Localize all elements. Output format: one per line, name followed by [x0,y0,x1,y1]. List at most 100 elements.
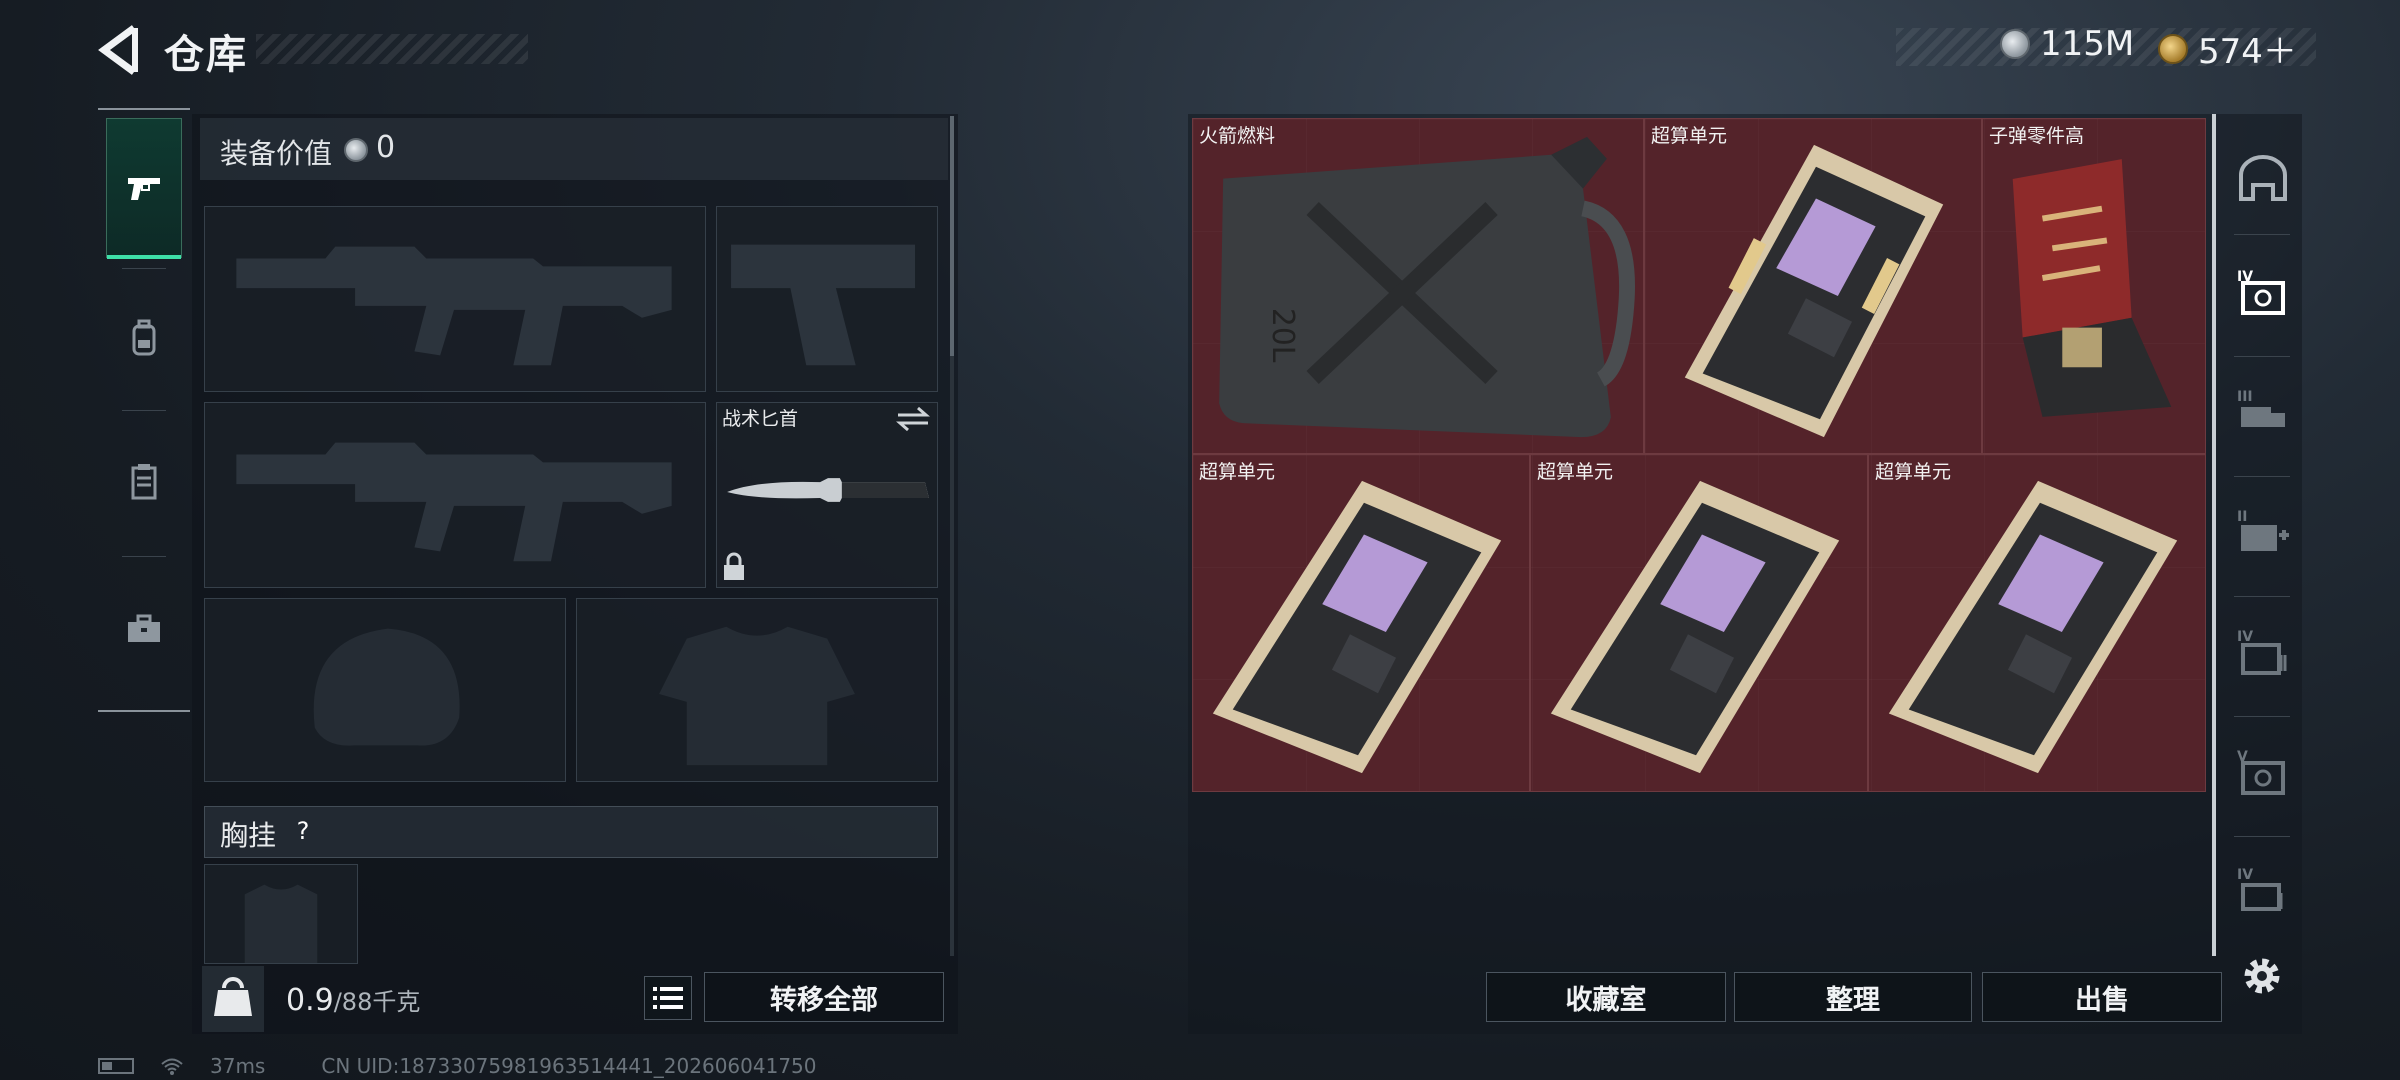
backpack-icon [132,319,156,356]
rifle-silhouette-icon [236,246,672,366]
slot-primary-weapon[interactable] [204,206,706,392]
tab-storage-main[interactable] [2228,144,2298,214]
tier4-case-icon: IV [2237,867,2283,911]
tier4-crate-icon: IV [2237,629,2287,675]
circuit-board-icon [1212,480,1502,774]
armor-silhouette-icon [659,626,855,766]
weight-icon [202,966,264,1032]
back-arrow-icon [98,25,138,75]
svg-text:II: II [2237,509,2247,525]
tab-backpack[interactable] [106,268,182,408]
svg-text:IV: IV [2237,867,2253,883]
storage-scrollbar[interactable] [2212,114,2216,956]
gold-coin-icon [2158,33,2188,64]
organize-button[interactable]: 整理 [1734,972,1972,1022]
tab-divider [2234,716,2290,717]
helmet-silhouette-icon [313,628,460,746]
tab-divider [98,710,190,712]
storage-item-supercomputer-unit[interactable]: 超算单元 [1644,118,1982,454]
tier5-safe-icon: V [2237,749,2285,795]
currency-silver[interactable]: 115M [2000,24,2134,64]
tier2-medkit-icon: II [2237,509,2289,551]
lock-icon [724,552,744,580]
svg-text:III: III [2237,389,2253,405]
tier3-truck-icon: III [2237,389,2285,427]
tab-weapons[interactable] [106,118,182,259]
slot-secondary-weapon[interactable] [204,402,706,588]
list-view-button[interactable] [644,976,692,1020]
swap-icon[interactable] [896,404,930,434]
collection-room-button[interactable]: 收藏室 [1486,972,1726,1022]
page-title: 仓库 [164,32,248,78]
briefcase-icon [128,614,160,642]
circuit-board-icon [1550,480,1840,774]
storage-item-supercomputer-unit[interactable]: 超算单元 [1868,454,2206,792]
transfer-all-button[interactable]: 转移全部 [704,972,944,1022]
tab-container-iv-case[interactable]: IV [2228,856,2298,926]
tier4-safe-icon: IV [2237,269,2285,315]
ping-readout: 37ms [210,1054,266,1078]
fuel-can-icon: 20L [1219,136,1635,438]
kettlebell-icon [214,977,252,1016]
slot-helmet[interactable] [204,598,566,782]
item-name: 超算单元 [1875,461,1952,483]
silver-coin-icon [2000,29,2030,59]
title-decoration [256,34,528,64]
equipment-scrollbar[interactable] [950,116,954,356]
slot-body-armor[interactable] [576,598,938,782]
weight-readout: 0.9/88千克 [286,982,420,1018]
storage-item-rocket-fuel[interactable]: 火箭燃料 20L [1192,118,1644,454]
storage-item-supercomputer-unit[interactable]: 超算单元 [1530,454,1868,792]
svg-text:IV: IV [2237,629,2253,645]
status-bar: 37ms CN UID:18733075981963514441_2026060… [98,1054,817,1078]
tab-case[interactable] [106,560,182,700]
equipment-value: 0 [376,130,396,165]
storage-item-supercomputer-unit[interactable]: 超算单元 [1192,454,1530,792]
settings-gear-icon[interactable] [2238,952,2286,1000]
list-icon [653,987,683,1009]
tab-container-iv-crate[interactable]: IV [2228,618,2298,688]
item-name: 超算单元 [1651,125,1728,147]
tab-divider [2234,476,2290,477]
battery-icon [98,1058,134,1074]
tab-divider [2234,836,2290,837]
slot-chest-rig[interactable] [204,864,358,964]
back-button[interactable] [98,24,142,76]
equipment-value-label: 装备价值 [220,137,333,170]
tab-container-v[interactable]: V [2228,738,2298,808]
tab-container-iii[interactable]: III [2228,378,2298,448]
sell-button[interactable]: 出售 [1982,972,2222,1022]
tab-vest[interactable] [106,412,182,552]
tab-divider [122,556,166,557]
silver-coin-icon [344,138,368,162]
bunker-icon [2239,155,2287,201]
clipboard-icon [131,464,157,500]
currency-gold-amount: 574＋ [2198,32,2297,72]
rifle-silhouette-icon [236,442,672,562]
circuit-board-icon [1684,144,1944,438]
rig-silhouette-icon [244,884,318,963]
currency-silver-amount: 115M [2040,24,2135,64]
uid-readout: CN UID:18733075981963514441_202606041750 [321,1054,817,1078]
item-name: 超算单元 [1537,461,1614,483]
wifi-icon [161,1058,183,1075]
tab-divider [2234,596,2290,597]
tab-container-ii[interactable]: II [2228,498,2298,568]
tab-container-iv-safe[interactable]: IV [2228,258,2298,328]
storage-item-bullet-parts-high[interactable]: 子弹零件高 [1982,118,2206,454]
item-name: 超算单元 [1199,461,1276,483]
item-name: 火箭燃料 [1199,125,1276,147]
tab-divider [2234,356,2290,357]
circuit-board-icon [1888,480,2178,774]
tab-divider [122,410,166,411]
currency-gold[interactable]: 574＋ [2158,24,2297,73]
tab-divider [98,108,190,110]
weight-capacity: /88千克 [333,988,421,1016]
pistol-icon [128,178,160,200]
weight-current: 0.9 [286,983,334,1018]
ammo-parts-box-icon [2012,159,2172,417]
help-icon[interactable]: ? [286,814,320,848]
item-name: 子弹零件高 [1989,125,2085,147]
pistol-silhouette-icon [731,244,916,366]
slot-pistol[interactable] [716,206,938,392]
